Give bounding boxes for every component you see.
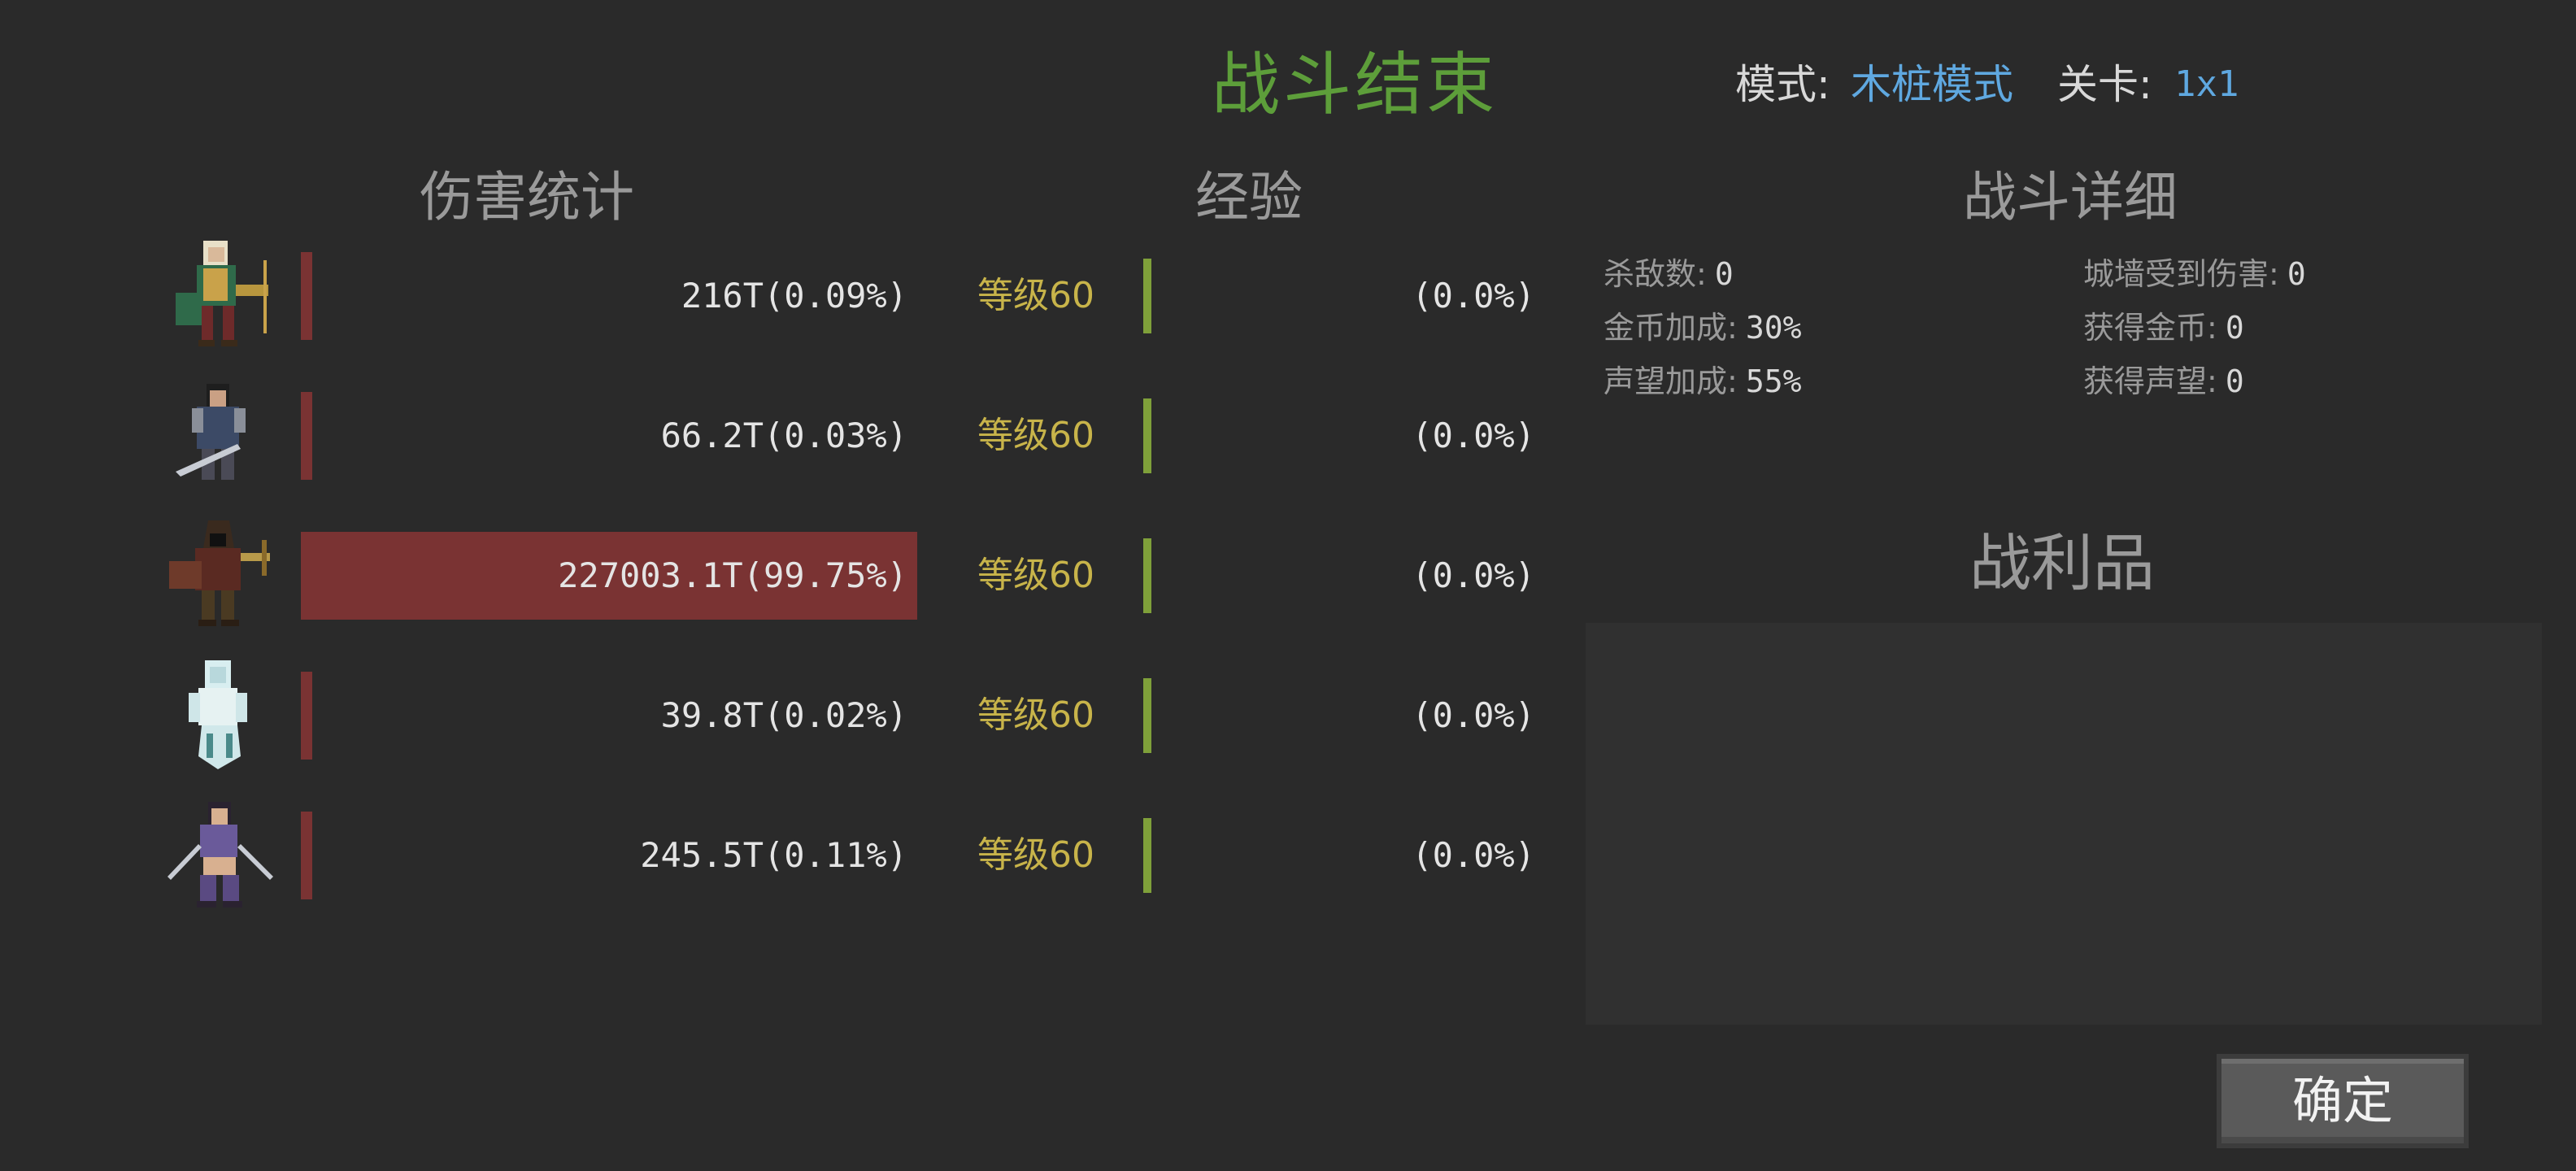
damage-value: 245.5T(0.11%)	[640, 835, 907, 875]
hero-level: 等级60	[977, 275, 1094, 316]
wall-damage-label: 城墙受到伤害:	[2083, 256, 2279, 292]
gold-bonus-label: 金币加成:	[1603, 310, 1738, 346]
wall-damage-stat: 城墙受到伤害: 0	[2083, 247, 2306, 301]
hero-level: 等级60	[977, 555, 1094, 596]
exp-value: (0.0%)	[1412, 555, 1535, 595]
confirm-button-label: 确定	[2291, 1071, 2393, 1130]
damage-bar-fill	[301, 672, 312, 760]
exp-bar-fill	[1143, 818, 1151, 893]
hero-level: 等级60	[977, 834, 1094, 876]
stage-value: 1x1	[2174, 63, 2239, 105]
exp-bar: (0.0%)	[1143, 259, 1535, 333]
wall-damage-value: 0	[2287, 256, 2306, 292]
armored-swordsman-portrait-icon	[159, 376, 281, 498]
exp-value: (0.0%)	[1412, 835, 1535, 875]
damage-bar: 66.2T(0.03%)	[301, 392, 919, 480]
loot-title: 战利品	[1969, 527, 2155, 599]
ghost-maiden-portrait-icon	[159, 655, 281, 777]
exp-bar-fill	[1143, 678, 1151, 753]
exp-bar-fill	[1143, 398, 1151, 473]
exp-value: (0.0%)	[1412, 416, 1535, 455]
damage-bar: 216T(0.09%)	[301, 252, 919, 340]
exp-bar: (0.0%)	[1143, 818, 1535, 893]
damage-stats-title: 伤害统计	[420, 166, 634, 229]
damage-bar-fill	[301, 392, 312, 480]
fame-gained-stat: 获得声望: 0	[2083, 355, 2244, 408]
exp-bar: (0.0%)	[1143, 538, 1535, 613]
mode-label: 模式:	[1735, 61, 1830, 108]
dual-blade-dancer-portrait-icon	[159, 795, 281, 917]
damage-bar: 245.5T(0.11%)	[301, 812, 919, 899]
exp-bar-fill	[1143, 259, 1151, 333]
damage-bar-fill	[301, 252, 312, 340]
hero-level: 等级60	[977, 694, 1094, 736]
damage-bar: 39.8T(0.02%)	[301, 672, 919, 760]
hero-row: 227003.1T(99.75%) 等级60 (0.0%)	[146, 509, 1561, 649]
loot-panel	[1586, 623, 2542, 1025]
damage-value: 39.8T(0.02%)	[660, 695, 907, 735]
battle-end-title: 战斗结束	[1212, 45, 1499, 124]
experience-title: 经验	[1195, 166, 1303, 229]
battle-result-screen: 战斗结束 模式: 木桩模式 关卡: 1x1 伤害统计 经验 战斗详细 216T(…	[0, 0, 2576, 1171]
battle-detail-title: 战斗详细	[1963, 166, 2178, 229]
kills-stat: 杀敌数: 0	[1603, 247, 1734, 301]
exp-value: (0.0%)	[1412, 695, 1535, 735]
hero-row: 245.5T(0.11%) 等级60 (0.0%)	[146, 789, 1561, 929]
fame-bonus-stat: 声望加成: 55%	[1603, 355, 1801, 408]
confirm-button[interactable]: 确定	[2217, 1054, 2469, 1148]
exp-bar: (0.0%)	[1143, 678, 1535, 753]
hero-level: 等级60	[977, 415, 1094, 456]
exp-bar-fill	[1143, 538, 1151, 613]
elf-archer-portrait-icon	[159, 236, 281, 358]
hero-row: 39.8T(0.02%) 等级60 (0.0%)	[146, 649, 1561, 789]
damage-bar: 227003.1T(99.75%)	[301, 532, 919, 620]
hooded-crossbow-portrait-icon	[159, 516, 281, 638]
damage-value: 66.2T(0.03%)	[660, 416, 907, 455]
fame-gained-label: 获得声望:	[2083, 363, 2217, 399]
gold-gained-label: 获得金币:	[2083, 310, 2217, 346]
stage-label: 关卡:	[2057, 61, 2152, 108]
gold-gained-value: 0	[2225, 310, 2244, 346]
exp-bar: (0.0%)	[1143, 398, 1535, 473]
fame-bonus-value: 55%	[1745, 363, 1802, 399]
damage-value: 216T(0.09%)	[681, 276, 907, 316]
hero-row: 216T(0.09%) 等级60 (0.0%)	[146, 229, 1561, 369]
damage-value: 227003.1T(99.75%)	[558, 555, 907, 595]
hero-row: 66.2T(0.03%) 等级60 (0.0%)	[146, 369, 1561, 509]
fame-bonus-label: 声望加成:	[1603, 363, 1738, 399]
gold-bonus-stat: 金币加成: 30%	[1603, 301, 1801, 355]
exp-value: (0.0%)	[1412, 276, 1535, 316]
gold-bonus-value: 30%	[1745, 310, 1802, 346]
kills-value: 0	[1714, 256, 1734, 292]
fame-gained-value: 0	[2225, 363, 2244, 399]
damage-bar-fill	[301, 812, 312, 899]
kills-label: 杀敌数:	[1603, 256, 1707, 292]
mode-value: 木桩模式	[1851, 61, 2013, 108]
gold-gained-stat: 获得金币: 0	[2083, 301, 2244, 355]
